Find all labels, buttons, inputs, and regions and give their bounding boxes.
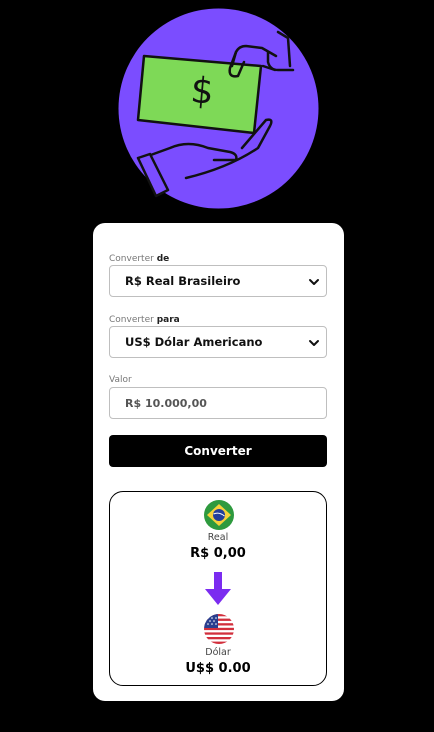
to-amount: U$$ 0.00 [185, 661, 251, 676]
from-amount: R$ 0,00 [190, 546, 246, 561]
chevron-down-icon [309, 340, 319, 346]
to-currency-name: Dólar [205, 647, 231, 658]
arrow-down-icon [205, 572, 231, 605]
value-input[interactable]: R$ 10.000,00 [109, 387, 327, 419]
svg-text:$: $ [189, 70, 215, 113]
conversion-result-panel: Real R$ 0,00 Dólar U$$ 0.00 [109, 491, 327, 686]
from-currency-label: Converter de [109, 254, 170, 264]
chevron-down-icon [309, 279, 319, 285]
value-label: Valor [109, 375, 132, 385]
to-currency-value: US$ Dólar Americano [125, 335, 263, 349]
from-currency-name: Real [207, 532, 229, 543]
from-currency-select[interactable]: R$ Real Brasileiro [109, 265, 327, 297]
money-exchange-illustration: $ [118, 8, 319, 209]
from-currency-value: R$ Real Brasileiro [125, 274, 241, 288]
usa-flag-icon [204, 614, 234, 644]
to-currency-select[interactable]: US$ Dólar Americano [109, 326, 327, 358]
convert-button[interactable]: Converter [109, 435, 327, 467]
to-currency-label: Converter para [109, 315, 180, 325]
converter-card: Converter de R$ Real Brasileiro Converte… [93, 223, 344, 701]
brazil-flag-icon [204, 500, 234, 530]
value-placeholder: R$ 10.000,00 [125, 396, 207, 410]
